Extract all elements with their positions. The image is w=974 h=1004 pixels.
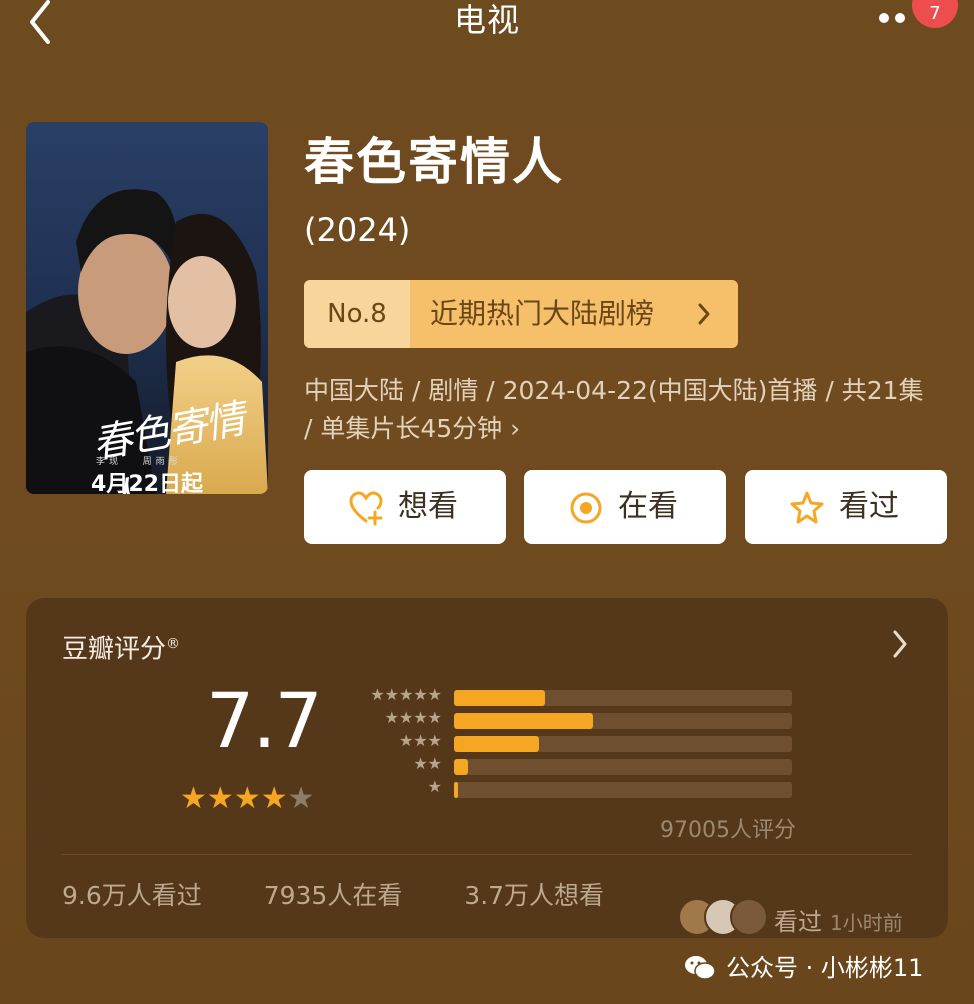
top-bar: 电视 7 [0, 0, 974, 44]
rating-bar-fill [454, 736, 539, 752]
ranking-badge[interactable]: No.8 近期热门大陆剧榜 [304, 280, 738, 348]
star-filled-icon: ★ [206, 781, 234, 816]
rating-bar-fill [454, 759, 468, 775]
want-count: 3.7万人想看 [464, 881, 605, 910]
star-outline-icon [790, 491, 824, 524]
watched-button[interactable]: 看过 [745, 470, 947, 544]
target-icon [570, 492, 602, 524]
star-empty-icon: ★ [287, 781, 315, 816]
friend-activity[interactable]: 看过 1小时前 [678, 894, 918, 936]
star-filled-icon: ★ [180, 781, 207, 816]
rating-score: 7.7 [206, 676, 323, 765]
avatar [730, 898, 768, 936]
rating-row-stars: ★★★★★ [370, 685, 442, 704]
rating-bar-fill [454, 690, 545, 706]
watching-button[interactable]: 在看 [524, 470, 726, 544]
show-title: 春色寄情人 [304, 133, 564, 191]
rating-bar-track [454, 736, 792, 752]
rating-bar-fill [454, 713, 593, 729]
friend-activity-text: 看过 1小时前 [774, 908, 903, 936]
rating-bar-track [454, 759, 792, 775]
watched-count: 9.6万人看过 [62, 881, 202, 910]
more-icon[interactable] [878, 12, 918, 24]
watching-count: 7935人在看 [263, 881, 403, 910]
page-title: 电视 [453, 1, 520, 39]
watching-label: 在看 [618, 489, 678, 524]
rating-bar-track [454, 690, 792, 706]
rating-card: 豆瓣评分® 7.7 ★★★★★ ★★★★★ ★★★★ ★★★ ★★ ★ 97005人评分… [26, 598, 948, 938]
rating-row-stars: ★★ [413, 754, 442, 773]
star-filled-icon: ★ [233, 781, 261, 816]
watched-label: 看过 [839, 489, 899, 524]
star-filled-icon: ★ [260, 781, 288, 816]
show-meta-info[interactable]: 中国大陆 / 剧情 / 2024-04-22(中国大陆)首播 / 共21集 / … [304, 372, 924, 448]
show-year: (2024) [304, 211, 411, 249]
rating-stars: ★★★★★ [180, 784, 315, 814]
heart-plus-icon [349, 491, 383, 526]
rating-bar-track [454, 782, 792, 798]
wechat-icon [685, 956, 716, 980]
divider [62, 854, 912, 855]
chevron-right-icon: › [510, 414, 521, 443]
audience-stats: 9.6万人看过 7935人在看 3.7万人想看 [62, 876, 634, 916]
watermark-text: 公众号 · 小彬彬11 [726, 954, 924, 982]
rating-row-stars: ★★★★ [384, 708, 442, 727]
rating-count: 97005人评分 [660, 818, 796, 843]
rank-label: 近期热门大陆剧榜 [430, 297, 655, 330]
rating-row-stars: ★ [427, 777, 442, 796]
rating-bar-track [454, 713, 792, 729]
chevron-right-icon[interactable] [890, 628, 910, 660]
rating-bar-fill [454, 782, 458, 798]
poster-image[interactable]: 春色寄情人 李现 周雨彤 4月22日起 [26, 122, 268, 494]
want-to-watch-label: 想看 [398, 489, 458, 524]
chevron-right-icon [698, 303, 710, 325]
poster-release-date: 4月22日起 [91, 472, 203, 494]
rating-source-title: 豆瓣评分® [62, 634, 181, 665]
rank-number: No.8 [304, 280, 410, 348]
rating-row-stars: ★★★ [398, 731, 442, 750]
want-to-watch-button[interactable]: 想看 [304, 470, 506, 544]
